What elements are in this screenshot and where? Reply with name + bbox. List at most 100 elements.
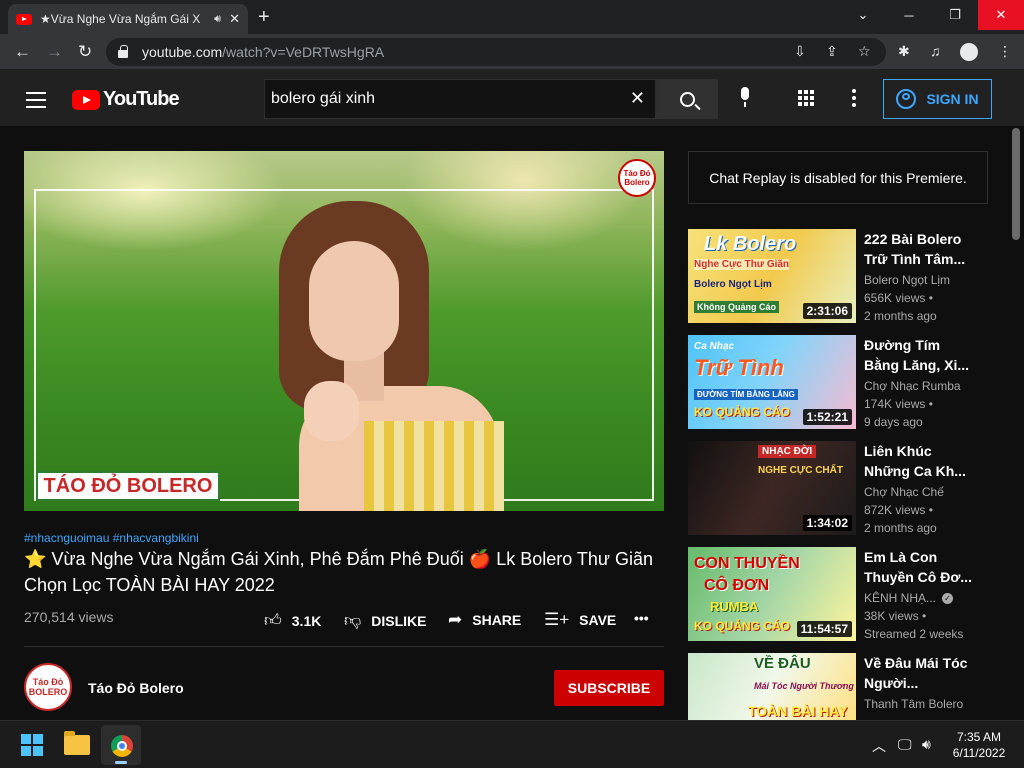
- recommended-video[interactable]: VỀ ĐÂU Mái Tóc Người Thương TOÀN BÀI HAY…: [688, 653, 988, 720]
- browser-menu-icon[interactable]: ⋮: [998, 43, 1012, 60]
- extensions-puzzle-icon[interactable]: ✱: [898, 43, 910, 60]
- install-app-icon[interactable]: ⇩: [794, 43, 806, 60]
- youtube-logo[interactable]: YouTube: [72, 88, 180, 111]
- tray-overflow-chevron-icon[interactable]: ︿: [872, 736, 886, 756]
- search-button[interactable]: [656, 79, 718, 119]
- minimize-window-icon[interactable]: ─: [886, 0, 932, 30]
- thumb-caption: NHẠC ĐỜI: [758, 445, 817, 458]
- subscribe-button[interactable]: SUBSCRIBE: [554, 670, 664, 706]
- channel-avatar[interactable]: Táo Đỏ BOLERO: [24, 663, 72, 711]
- close-window-icon[interactable]: ✕: [978, 0, 1024, 30]
- page-scrollbar[interactable]: [1012, 128, 1020, 240]
- save-label: SAVE: [579, 612, 617, 628]
- forward-arrow-icon[interactable]: →: [46, 42, 63, 62]
- settings-more-icon[interactable]: [852, 89, 856, 110]
- recommended-channel[interactable]: Thanh Tâm Bolero: [864, 697, 963, 711]
- like-button[interactable]: 👍︎ 3.1K: [264, 610, 321, 631]
- tab-audio-icon[interactable]: 🔊︎: [214, 13, 221, 26]
- share-page-icon[interactable]: ⇪: [826, 43, 838, 60]
- verified-check-icon: ✓: [942, 593, 954, 605]
- thumb-caption: CON THUYỀN: [694, 555, 800, 572]
- share-label: SHARE: [472, 612, 522, 628]
- account-circle-icon: [896, 89, 917, 109]
- recommended-title[interactable]: Liên Khúc Những Ca Kh...: [864, 441, 974, 481]
- voice-search-icon[interactable]: [738, 87, 752, 109]
- dislike-label: DISLIKE: [371, 612, 427, 629]
- apps-grid-icon[interactable]: [798, 90, 814, 106]
- video-player[interactable]: Táo Đỏ Bolero TÁO ĐỎ BOLERO: [24, 151, 664, 511]
- recommended-title[interactable]: Đường Tím Bằng Lăng, Xi...: [864, 335, 974, 375]
- more-actions-icon[interactable]: •••: [634, 610, 649, 626]
- profile-avatar-icon[interactable]: [960, 43, 978, 61]
- recommended-title[interactable]: Về Đâu Mái Tóc Người...: [864, 653, 974, 693]
- tab-search-chevron-icon[interactable]: ⌄: [840, 0, 886, 30]
- volume-icon[interactable]: 🔊︎: [922, 736, 931, 753]
- recommended-channel[interactable]: Chợ Nhạc Rumba: [864, 379, 961, 393]
- apple-emoji-icon: 🍎: [468, 549, 492, 569]
- chrome-icon: [111, 735, 133, 757]
- sign-in-button[interactable]: SIGN IN: [883, 79, 992, 119]
- recommended-channel[interactable]: Bolero Ngọt Lịm: [864, 273, 950, 287]
- network-icon[interactable]: 🖵︎: [898, 736, 912, 753]
- video-duration: 2:31:06: [802, 303, 852, 319]
- thumb-caption: RUMBA: [710, 599, 759, 614]
- video-thumbnail[interactable]: Ca Nhạc Trữ Tình ĐƯỜNG TÍM BẰNG LĂNG KO …: [688, 335, 856, 429]
- divider: [24, 646, 664, 647]
- restore-window-icon[interactable]: ❐: [932, 0, 978, 30]
- recommended-channel[interactable]: KÊNH NHẠ... ✓: [864, 591, 954, 605]
- thumb-caption: Nghe Cực Thư Giãn: [694, 259, 790, 270]
- recommended-views: 38K views •: [864, 609, 927, 623]
- thumb-caption: VỀ ĐÂU: [754, 655, 811, 672]
- new-tab-icon[interactable]: +: [258, 6, 270, 29]
- recommended-title[interactable]: 222 Bài Bolero Trữ Tình Tâm...: [864, 229, 974, 269]
- taskbar-chrome-button[interactable]: [101, 725, 141, 765]
- reload-icon[interactable]: ↻: [78, 42, 92, 62]
- save-button[interactable]: ☰+ SAVE: [544, 610, 616, 630]
- thumb-caption: KO QUẢNG CÁO: [694, 405, 790, 419]
- recommended-age: 2 months ago: [864, 521, 937, 535]
- thumb-caption: Bolero Ngọt Lịm: [694, 279, 772, 290]
- file-explorer-icon[interactable]: [64, 731, 90, 755]
- like-count: 3.1K: [291, 612, 322, 629]
- recommended-video[interactable]: Ca Nhạc Trữ Tình ĐƯỜNG TÍM BẰNG LĂNG KO …: [688, 335, 988, 430]
- video-subject-face: [309, 241, 399, 361]
- star-emoji-icon: ⭐: [24, 549, 47, 569]
- address-bar[interactable]: youtube.com/watch?v=VeDRTwsHgRA: [106, 38, 886, 66]
- thumbs-down-icon: 👎︎: [344, 611, 362, 630]
- thumb-caption: Mái Tóc Người Thương: [754, 681, 854, 691]
- media-control-icon[interactable]: ♫: [930, 43, 941, 59]
- tab-close-icon[interactable]: ✕: [229, 11, 240, 27]
- tab-title: ★Vừa Nghe Vừa Ngắm Gái X: [40, 12, 201, 26]
- channel-name[interactable]: Táo Đỏ Bolero: [88, 680, 184, 696]
- clear-search-icon[interactable]: ✕: [630, 88, 645, 109]
- recommended-video[interactable]: CON THUYỀN CÔ ĐƠN RUMBA KO QUẢNG CÁO 11:…: [688, 547, 988, 642]
- video-thumbnail[interactable]: VỀ ĐÂU Mái Tóc Người Thương TOÀN BÀI HAY: [688, 653, 856, 720]
- video-hashtags[interactable]: #nhacnguoimau #nhacvangbikini: [24, 531, 199, 545]
- lock-icon[interactable]: [118, 44, 128, 58]
- recommended-age: 9 days ago: [864, 415, 923, 429]
- search-input[interactable]: bolero gái xinh ✕: [264, 79, 656, 119]
- video-thumbnail[interactable]: CON THUYỀN CÔ ĐƠN RUMBA KO QUẢNG CÁO 11:…: [688, 547, 856, 641]
- dislike-button[interactable]: 👎︎ DISLIKE: [344, 610, 427, 631]
- windows-taskbar: ︿ 🖵︎ 🔊︎ 7:35 AM 6/11/2022: [0, 720, 1024, 768]
- recommended-channel[interactable]: Chợ Nhạc Chế: [864, 485, 944, 499]
- video-thumbnail[interactable]: NHẠC ĐỜI NGHE CỰC CHẤT 1:34:02: [688, 441, 856, 535]
- thumb-caption: Trữ Tình: [694, 355, 784, 380]
- browser-tab[interactable]: ★Vừa Nghe Vừa Ngắm Gái X 🔊︎ ✕: [8, 4, 248, 34]
- thumb-caption: KO QUẢNG CÁO: [694, 619, 790, 633]
- thumb-caption: CÔ ĐƠN: [704, 577, 770, 594]
- system-clock[interactable]: 7:35 AM 6/11/2022: [946, 729, 1012, 761]
- share-button[interactable]: ➦ SHARE: [448, 610, 521, 630]
- start-windows-icon[interactable]: [21, 734, 43, 756]
- recommended-video[interactable]: NHẠC ĐỜI NGHE CỰC CHẤT 1:34:02 Liên Khúc…: [688, 441, 988, 536]
- back-arrow-icon[interactable]: ←: [14, 42, 31, 62]
- recommended-video[interactable]: Lk Bolero Nghe Cực Thư Giãn Bolero Ngọt …: [688, 229, 988, 324]
- thumbs-up-icon: 👍︎: [264, 611, 282, 630]
- recommended-title[interactable]: Em Là Con Thuyền Cô Đơ...: [864, 547, 974, 587]
- video-thumbnail[interactable]: Lk Bolero Nghe Cực Thư Giãn Bolero Ngọt …: [688, 229, 856, 323]
- url-host: youtube.com: [142, 44, 223, 60]
- chat-replay-notice: Chat Replay is disabled for this Premier…: [688, 151, 988, 204]
- recommended-age: 2 months ago: [864, 309, 937, 323]
- hamburger-menu-icon[interactable]: [26, 92, 46, 113]
- bookmark-star-icon[interactable]: ☆: [858, 43, 871, 60]
